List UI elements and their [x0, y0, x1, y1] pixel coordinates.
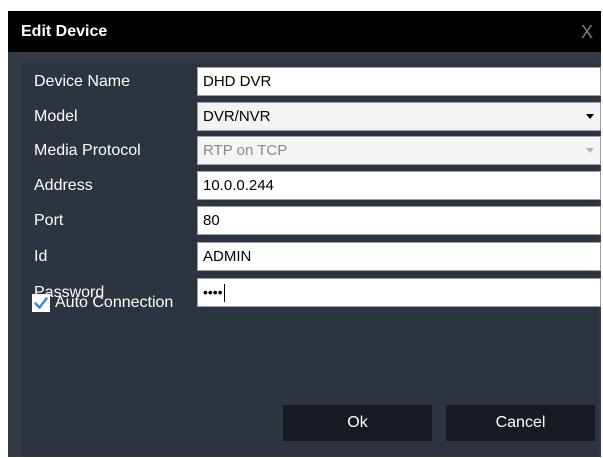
close-icon[interactable]: X [577, 22, 597, 42]
id-input[interactable]: ADMIN [197, 242, 601, 271]
password-input[interactable]: •••• [197, 278, 601, 307]
form-body: Device Name DHD DVR Model DVR/NVR Media … [21, 63, 601, 457]
media-protocol-select: RTP on TCP [197, 136, 601, 165]
dialog-title: Edit Device [21, 23, 108, 40]
media-protocol-label: Media Protocol [34, 142, 141, 159]
media-protocol-value: RTP on TCP [203, 142, 288, 159]
model-select[interactable]: DVR/NVR [197, 102, 601, 131]
cancel-button[interactable]: Cancel [446, 405, 595, 441]
title-bar: Edit Device X [8, 11, 601, 52]
chevron-down-icon [586, 114, 594, 119]
check-icon [34, 297, 48, 309]
address-label: Address [34, 177, 93, 194]
device-name-input[interactable]: DHD DVR [197, 67, 601, 96]
chevron-down-icon [586, 148, 594, 153]
port-input[interactable]: 80 [197, 206, 601, 235]
text-caret [223, 284, 225, 303]
row-model: Model DVR/NVR [21, 100, 601, 133]
auto-connection-checkbox[interactable] [32, 294, 50, 312]
id-label: Id [34, 248, 48, 265]
row-id: Id ADMIN [21, 240, 601, 273]
row-port: Port 80 [21, 204, 601, 237]
port-label: Port [34, 212, 64, 229]
auto-connection-label[interactable]: Auto Connection [55, 293, 173, 312]
edit-device-dialog: Edit Device X Device Name DHD DVR Model … [8, 11, 601, 457]
row-device-name: Device Name DHD DVR [21, 65, 601, 98]
model-value: DVR/NVR [203, 108, 271, 125]
address-input[interactable]: 10.0.0.244 [197, 171, 601, 200]
row-media-protocol: Media Protocol RTP on TCP [21, 134, 601, 167]
model-label: Model [34, 108, 78, 125]
device-name-label: Device Name [34, 73, 131, 90]
row-address: Address 10.0.0.244 [21, 169, 601, 202]
password-value: •••• [203, 284, 223, 300]
ok-button[interactable]: Ok [283, 405, 432, 441]
